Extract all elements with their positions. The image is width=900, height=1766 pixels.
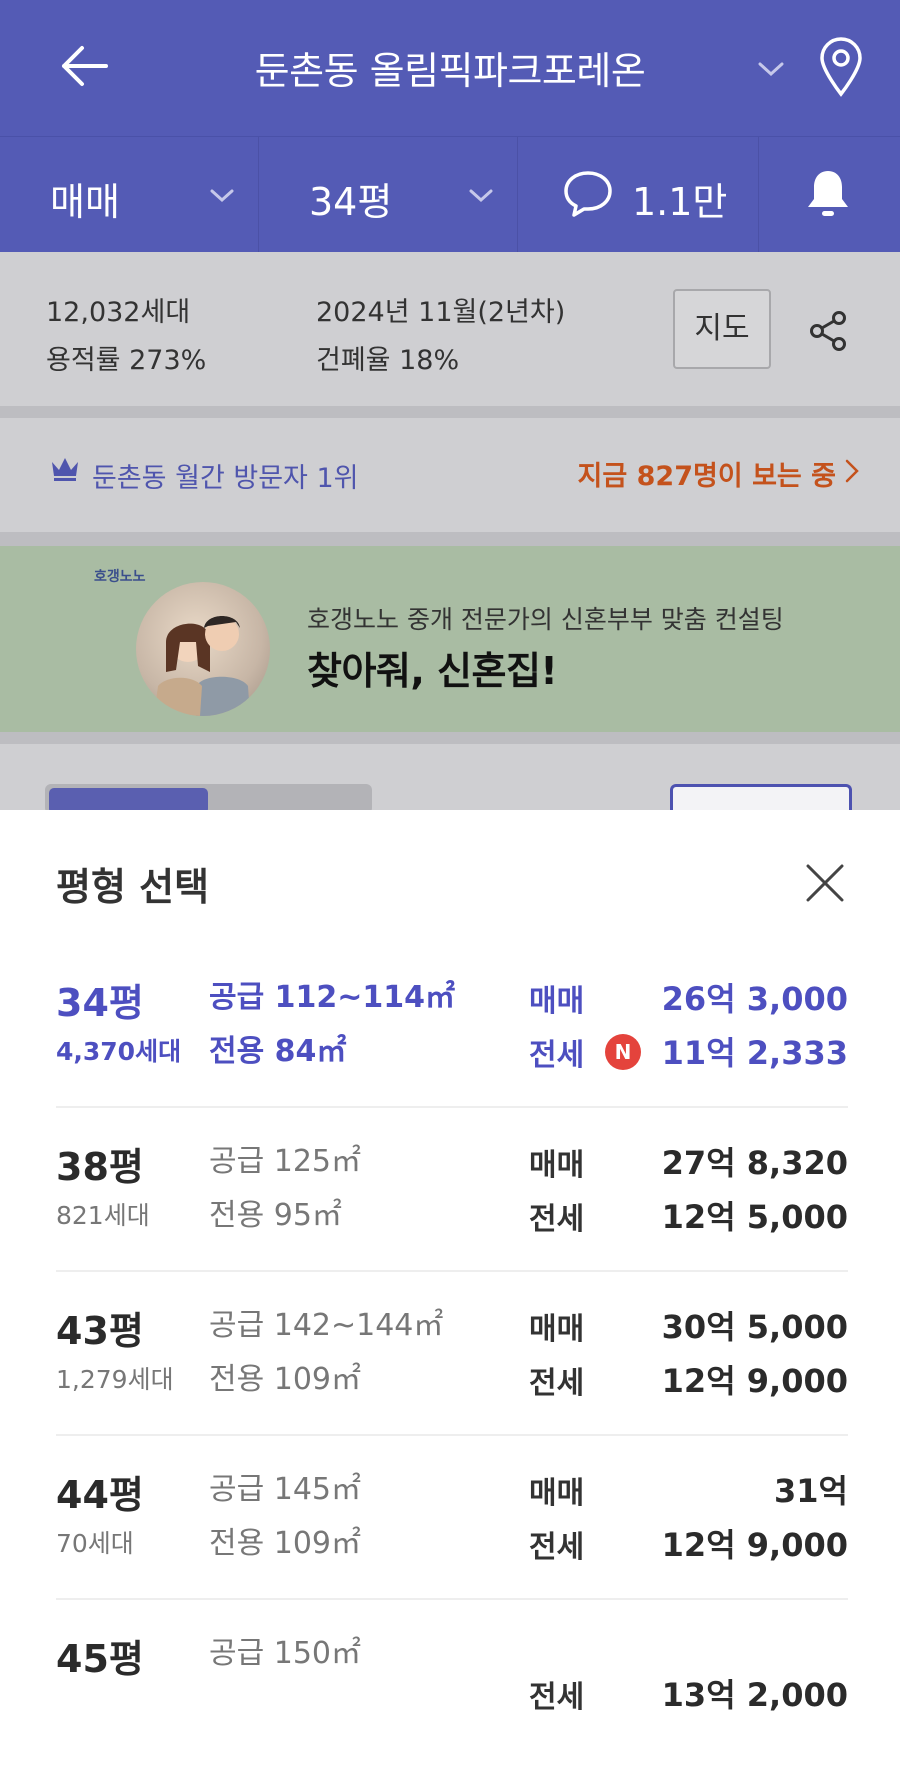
sale-price: 26억 3,000 [661, 980, 848, 1018]
sale-price: 31억 [774, 1472, 848, 1510]
trade-type-dropdown[interactable]: 매매 [0, 137, 258, 253]
area-option-row[interactable]: 34평 4,370세대 공급 112~114㎡ 전용 84㎡ 매매 26억 3,… [56, 944, 848, 1108]
promo-banner[interactable]: 호갱노노 호갱노노 중개 전문가의 신혼부부 맞춤 컨설팅 찾아줘, 신혼집! [0, 546, 900, 732]
exclusive-area: 전용 109㎡ [209, 1362, 361, 1397]
chevron-right-icon [845, 459, 859, 483]
bell-icon [808, 171, 848, 216]
sheet-title: 평형 선택 [56, 865, 210, 909]
supply-area: 공급 125㎡ [209, 1144, 361, 1179]
jeonse-price: 12억 9,000 [661, 1362, 848, 1400]
visitor-rank-bar[interactable]: 둔촌동 월간 방문자 1위 지금 827명이 보는 중 [0, 418, 900, 532]
building-coverage: 건폐율 18% [316, 345, 460, 376]
jeonse-label: 전세 [529, 1680, 585, 1715]
share-icon[interactable] [808, 310, 848, 352]
floor-area-ratio: 용적률 273% [46, 345, 207, 376]
area-selection-sheet: 평형 선택 34평 4,370세대 공급 112~114㎡ 전용 84㎡ 매매 … [0, 810, 900, 1766]
exclusive-area: 전용 95㎡ [209, 1198, 342, 1233]
area-option-row[interactable]: 45평 공급 150㎡ 전세 13억 2,000 [56, 1600, 848, 1720]
household-count: 70세대 [56, 1529, 134, 1558]
completion-date: 2024년 11월(2년차) [316, 297, 566, 328]
new-badge: N [605, 1034, 641, 1070]
pyeong-label: 44평 [56, 1473, 144, 1517]
sale-price: 30억 5,000 [661, 1308, 848, 1346]
complex-title[interactable]: 둔촌동 올림픽파크포레온 [200, 40, 700, 95]
visitor-rank-text: 둔촌동 월간 방문자 1위 [92, 463, 359, 494]
area-option-row[interactable]: 44평 70세대 공급 145㎡ 전용 109㎡ 매매 31억 전세 12억 9… [56, 1436, 848, 1600]
area-option-row[interactable]: 43평 1,279세대 공급 142~144㎡ 전용 109㎡ 매매 30억 5… [56, 1272, 848, 1436]
jeonse-price: 11억 2,333 [661, 1034, 848, 1072]
jeonse-label: 전세 [529, 1202, 585, 1237]
pyeong-label: 34평 [56, 981, 144, 1025]
jeonse-label: 전세 [529, 1366, 585, 1401]
back-arrow-icon[interactable] [56, 42, 112, 90]
obscured-controls [0, 744, 900, 814]
trade-type-label: 매매 [50, 180, 120, 224]
filter-bar: 매매 34평 1.1만 [0, 136, 900, 253]
sale-label: 매매 [529, 1148, 585, 1183]
jeonse-price: 13억 2,000 [661, 1676, 848, 1714]
complex-info: 12,032세대 용적률 273% 2024년 11월(2년차) 건폐율 18%… [0, 252, 900, 406]
speech-bubble-icon [564, 171, 612, 217]
sale-label: 매매 [529, 984, 585, 1019]
section-gap [0, 532, 900, 546]
area-label: 34평 [309, 180, 393, 224]
jeonse-label: 전세 [529, 1038, 585, 1073]
supply-area: 공급 150㎡ [209, 1636, 361, 1671]
crown-icon [52, 458, 78, 481]
pyeong-label: 43평 [56, 1309, 144, 1353]
household-count: 821세대 [56, 1201, 150, 1230]
sale-price: 27억 8,320 [661, 1144, 848, 1182]
close-icon[interactable] [804, 862, 846, 904]
jeonse-price: 12억 9,000 [661, 1526, 848, 1564]
pyeong-label: 45평 [56, 1637, 144, 1681]
supply-area: 공급 112~114㎡ [209, 980, 456, 1015]
comment-count: 1.1만 [632, 180, 728, 224]
section-gap [0, 406, 900, 418]
now-viewing-link[interactable]: 지금 827명이 보는 중 [578, 454, 836, 493]
banner-title: 찾아줘, 신혼집! [307, 649, 558, 693]
household-count: 1,279세대 [56, 1365, 174, 1394]
notification-button[interactable] [759, 137, 900, 253]
area-dropdown[interactable]: 34평 [259, 137, 517, 253]
map-button[interactable]: 지도 [673, 289, 771, 369]
jeonse-label: 전세 [529, 1530, 585, 1565]
sale-label: 매매 [529, 1476, 585, 1511]
exclusive-area: 전용 109㎡ [209, 1526, 361, 1561]
comments-button[interactable]: 1.1만 [518, 137, 758, 253]
section-gap [0, 732, 900, 744]
jeonse-price: 12억 5,000 [661, 1198, 848, 1236]
chevron-down-icon [469, 189, 493, 203]
pyeong-label: 38평 [56, 1145, 144, 1189]
area-option-row[interactable]: 38평 821세대 공급 125㎡ 전용 95㎡ 매매 27억 8,320 전세… [56, 1108, 848, 1272]
chevron-down-icon[interactable] [756, 56, 786, 80]
household-count: 4,370세대 [56, 1037, 182, 1066]
exclusive-area: 전용 84㎡ [209, 1034, 347, 1069]
couple-photo [136, 582, 270, 716]
supply-area: 공급 142~144㎡ [209, 1308, 444, 1343]
location-pin-icon[interactable] [816, 36, 866, 98]
chevron-down-icon [210, 189, 234, 203]
household-count: 12,032세대 [46, 297, 191, 328]
supply-area: 공급 145㎡ [209, 1472, 361, 1507]
sale-label: 매매 [529, 1312, 585, 1347]
app-header: 둔촌동 올림픽파크포레온 [0, 0, 900, 136]
brand-logo: 호갱노노 [94, 569, 146, 585]
banner-subtitle: 호갱노노 중개 전문가의 신혼부부 맞춤 컨설팅 [307, 605, 784, 634]
